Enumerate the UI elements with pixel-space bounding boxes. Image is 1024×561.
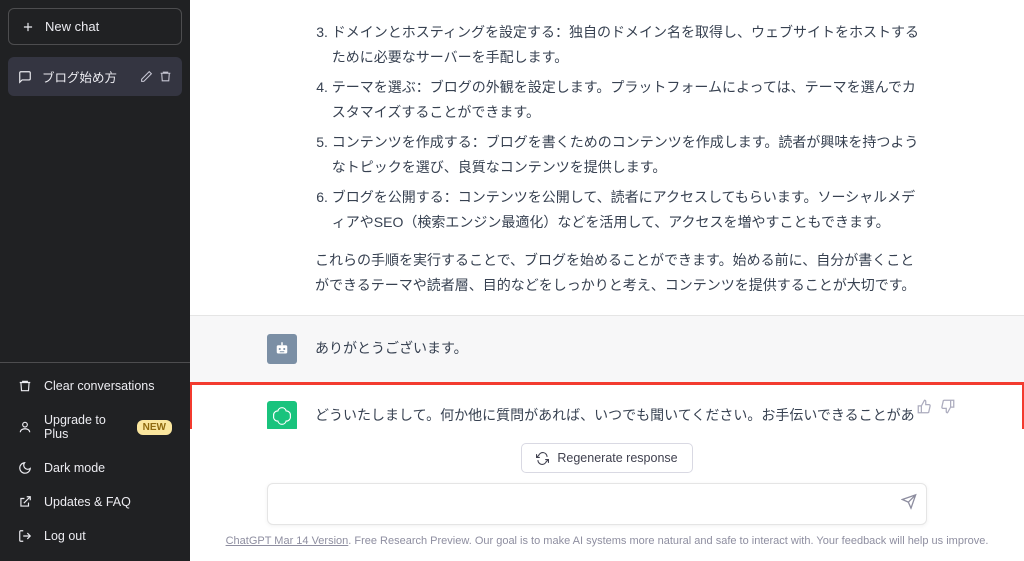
- upgrade-button[interactable]: Upgrade to Plus NEW: [8, 403, 182, 451]
- assistant-avatar: [267, 401, 297, 429]
- chat-icon: [18, 70, 32, 84]
- assistant-text: どういたしまして。何か他に質問があれば、いつでも聞いてください。お手伝いできるこ…: [315, 401, 927, 429]
- trash-icon[interactable]: [159, 70, 172, 83]
- version-link[interactable]: ChatGPT Mar 14 Version: [226, 535, 349, 547]
- step-item: ブログを公開する：コンテンツを公開して、読者にアクセスしてもらいます。ソーシャル…: [332, 185, 927, 234]
- step-item: コンテンツを作成する：ブログを書くためのコンテンツを作成します。読者が興味を持つ…: [332, 130, 927, 179]
- thumbs-down-icon[interactable]: [940, 399, 955, 414]
- refresh-icon: [536, 452, 549, 465]
- logout-button[interactable]: Log out: [8, 519, 182, 553]
- conversation-item[interactable]: ブログ始め方: [8, 57, 182, 96]
- bottom-area: Regenerate response ChatGPT Mar 14 Versi…: [190, 429, 1024, 561]
- upgrade-label: Upgrade to Plus: [44, 413, 125, 441]
- chat-input[interactable]: [267, 483, 927, 525]
- sidebar: New chat ブログ始め方 Clear conversations Upgr…: [0, 0, 190, 561]
- clear-conversations-button[interactable]: Clear conversations: [8, 369, 182, 403]
- robot-icon: [273, 340, 291, 358]
- dark-mode-label: Dark mode: [44, 461, 105, 475]
- user-text: ありがとうございます。: [315, 334, 927, 364]
- footer-text: ChatGPT Mar 14 Version. Free Research Pr…: [190, 525, 1024, 553]
- openai-icon: [272, 406, 292, 426]
- new-chat-label: New chat: [45, 19, 99, 34]
- feedback-buttons: [917, 399, 955, 414]
- new-badge: NEW: [137, 420, 172, 435]
- assistant-message-highlighted: どういたしまして。何か他に質問があれば、いつでも聞いてください。お手伝いできるこ…: [190, 383, 1024, 429]
- user-message: ありがとうございます。: [190, 315, 1024, 383]
- user-icon: [18, 420, 32, 434]
- edit-icon[interactable]: [140, 70, 153, 83]
- assistant-steps-list: ドメインとホスティングを設定する：独自のドメイン名を取得し、ウェブサイトをホスト…: [315, 20, 927, 234]
- user-avatar: [267, 334, 297, 364]
- step-item: テーマを選ぶ：ブログの外観を設定します。プラットフォームによっては、テーマを選ん…: [332, 75, 927, 124]
- logout-icon: [18, 529, 32, 543]
- logout-label: Log out: [44, 529, 86, 543]
- dark-mode-button[interactable]: Dark mode: [8, 451, 182, 485]
- send-icon: [901, 494, 917, 510]
- new-chat-button[interactable]: New chat: [8, 8, 182, 45]
- trash-icon: [18, 379, 32, 393]
- external-link-icon: [18, 495, 32, 509]
- conversation-title: ブログ始め方: [42, 67, 130, 86]
- chat-scroll[interactable]: ドメインとホスティングを設定する：独自のドメイン名を取得し、ウェブサイトをホスト…: [190, 0, 1024, 429]
- assistant-message: ドメインとホスティングを設定する：独自のドメイン名を取得し、ウェブサイトをホスト…: [190, 0, 1024, 315]
- main-area: ドメインとホスティングを設定する：独自のドメイン名を取得し、ウェブサイトをホスト…: [190, 0, 1024, 561]
- moon-icon: [18, 461, 32, 475]
- thumbs-up-icon[interactable]: [917, 399, 932, 414]
- plus-icon: [21, 20, 35, 34]
- assistant-closing: これらの手順を実行することで、ブログを始めることができます。始める前に、自分が書…: [315, 248, 927, 297]
- clear-conversations-label: Clear conversations: [44, 379, 154, 393]
- regenerate-button[interactable]: Regenerate response: [521, 443, 692, 473]
- send-button[interactable]: [901, 494, 917, 515]
- updates-button[interactable]: Updates & FAQ: [8, 485, 182, 519]
- footer-note: . Free Research Preview. Our goal is to …: [348, 535, 988, 547]
- regenerate-label: Regenerate response: [557, 451, 677, 465]
- updates-label: Updates & FAQ: [44, 495, 131, 509]
- step-item: ドメインとホスティングを設定する：独自のドメイン名を取得し、ウェブサイトをホスト…: [332, 20, 927, 69]
